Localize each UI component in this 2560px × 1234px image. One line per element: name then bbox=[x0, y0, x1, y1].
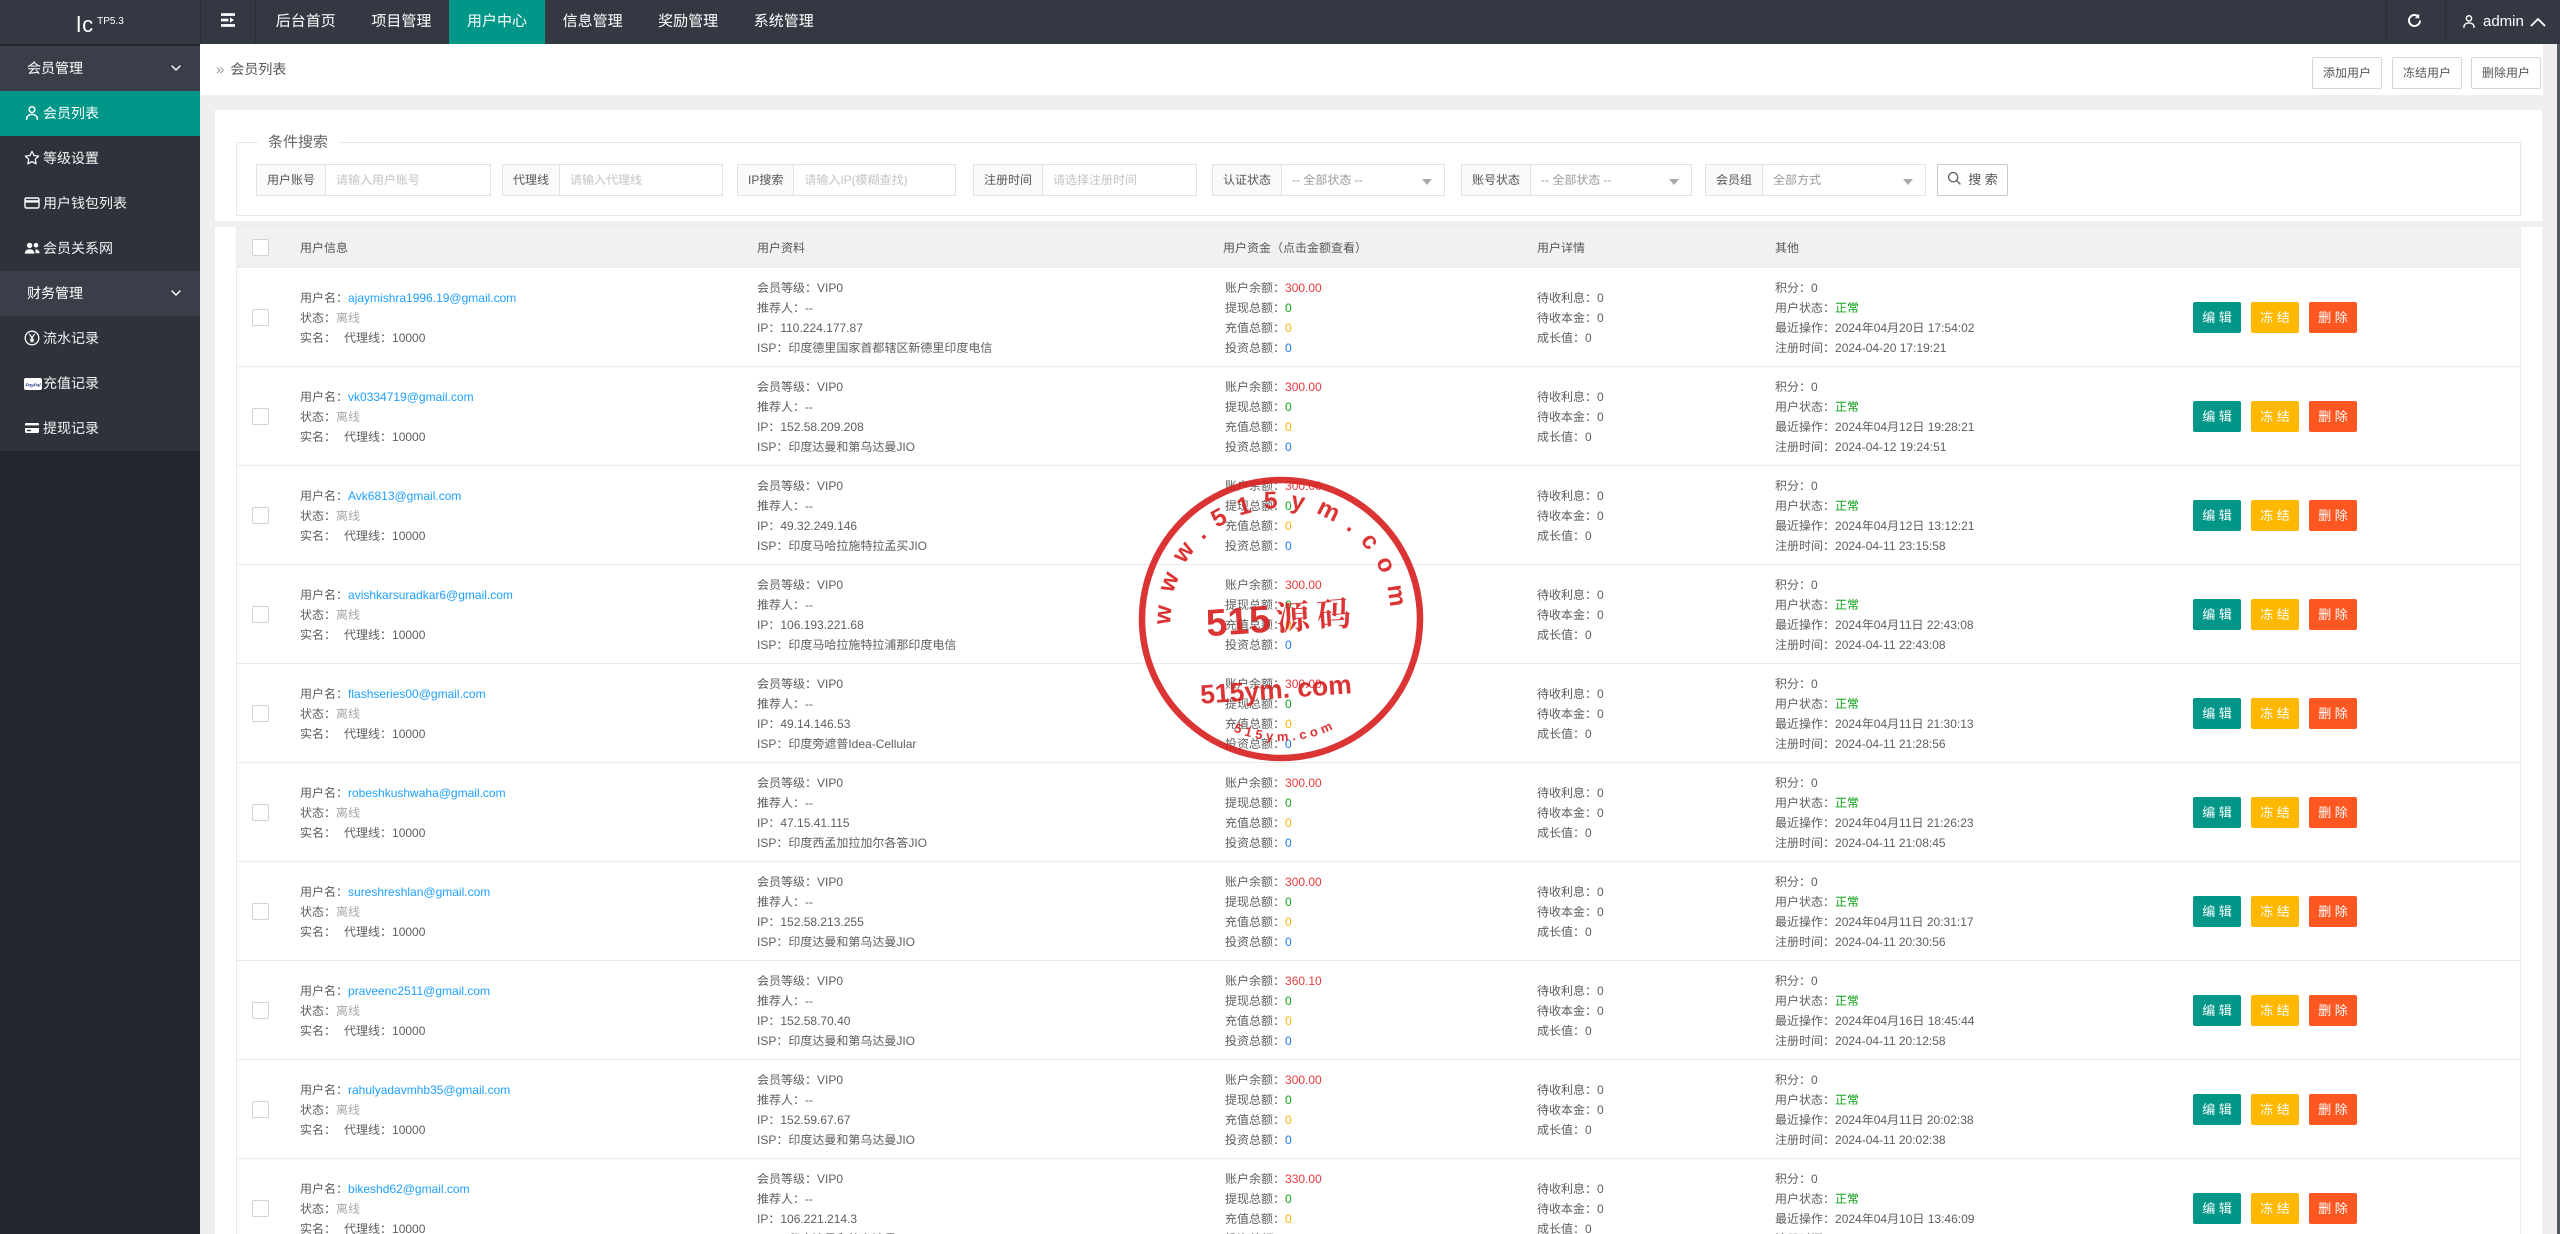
svg-text:PayPal: PayPal bbox=[25, 383, 41, 388]
